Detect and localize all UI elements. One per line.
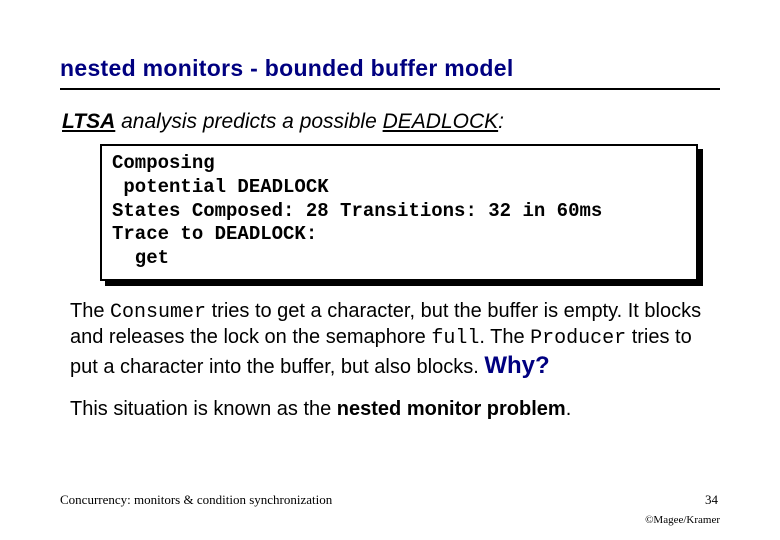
- code-output-box: Composing potential DEADLOCK States Comp…: [100, 144, 698, 281]
- ltsa-label: LTSA: [62, 110, 115, 133]
- p1-t1: The: [70, 300, 110, 322]
- footer-page-number: 34: [705, 492, 718, 508]
- predict-line: LTSA analysis predicts a possible DEADLO…: [62, 110, 720, 134]
- deadlock-word: DEADLOCK: [383, 110, 499, 133]
- code-line-3: States Composed: 28 Transitions: 32 in 6…: [112, 200, 602, 222]
- code-line-4: Trace to DEADLOCK:: [112, 223, 317, 245]
- footer-copyright: ©Magee/Kramer: [645, 514, 720, 526]
- producer-code: Producer: [530, 327, 626, 350]
- full-code: full: [431, 327, 479, 350]
- code-line-5: get: [112, 247, 169, 269]
- consumer-code: Consumer: [110, 301, 206, 324]
- predict-mid: analysis predicts a possible: [115, 110, 382, 133]
- p2-t1: This situation is known as the: [70, 398, 337, 420]
- p1-t3: . The: [479, 326, 530, 348]
- predict-after: :: [498, 110, 504, 133]
- code-output: Composing potential DEADLOCK States Comp…: [100, 144, 698, 281]
- nested-monitor-problem: nested monitor problem: [337, 398, 566, 420]
- slide: nested monitors - bounded buffer model L…: [0, 0, 780, 422]
- paragraph-2: This situation is known as the nested mo…: [70, 397, 710, 422]
- p2-t2: .: [566, 398, 572, 420]
- paragraph-1: The Consumer tries to get a character, b…: [70, 299, 710, 381]
- footer-chapter: Concurrency: monitors & condition synchr…: [60, 492, 332, 508]
- code-line-1: Composing: [112, 152, 215, 174]
- slide-title: nested monitors - bounded buffer model: [60, 55, 720, 82]
- code-line-2: potential DEADLOCK: [112, 176, 329, 198]
- why-emphasis: Why?: [484, 352, 549, 379]
- title-rule: [60, 88, 720, 90]
